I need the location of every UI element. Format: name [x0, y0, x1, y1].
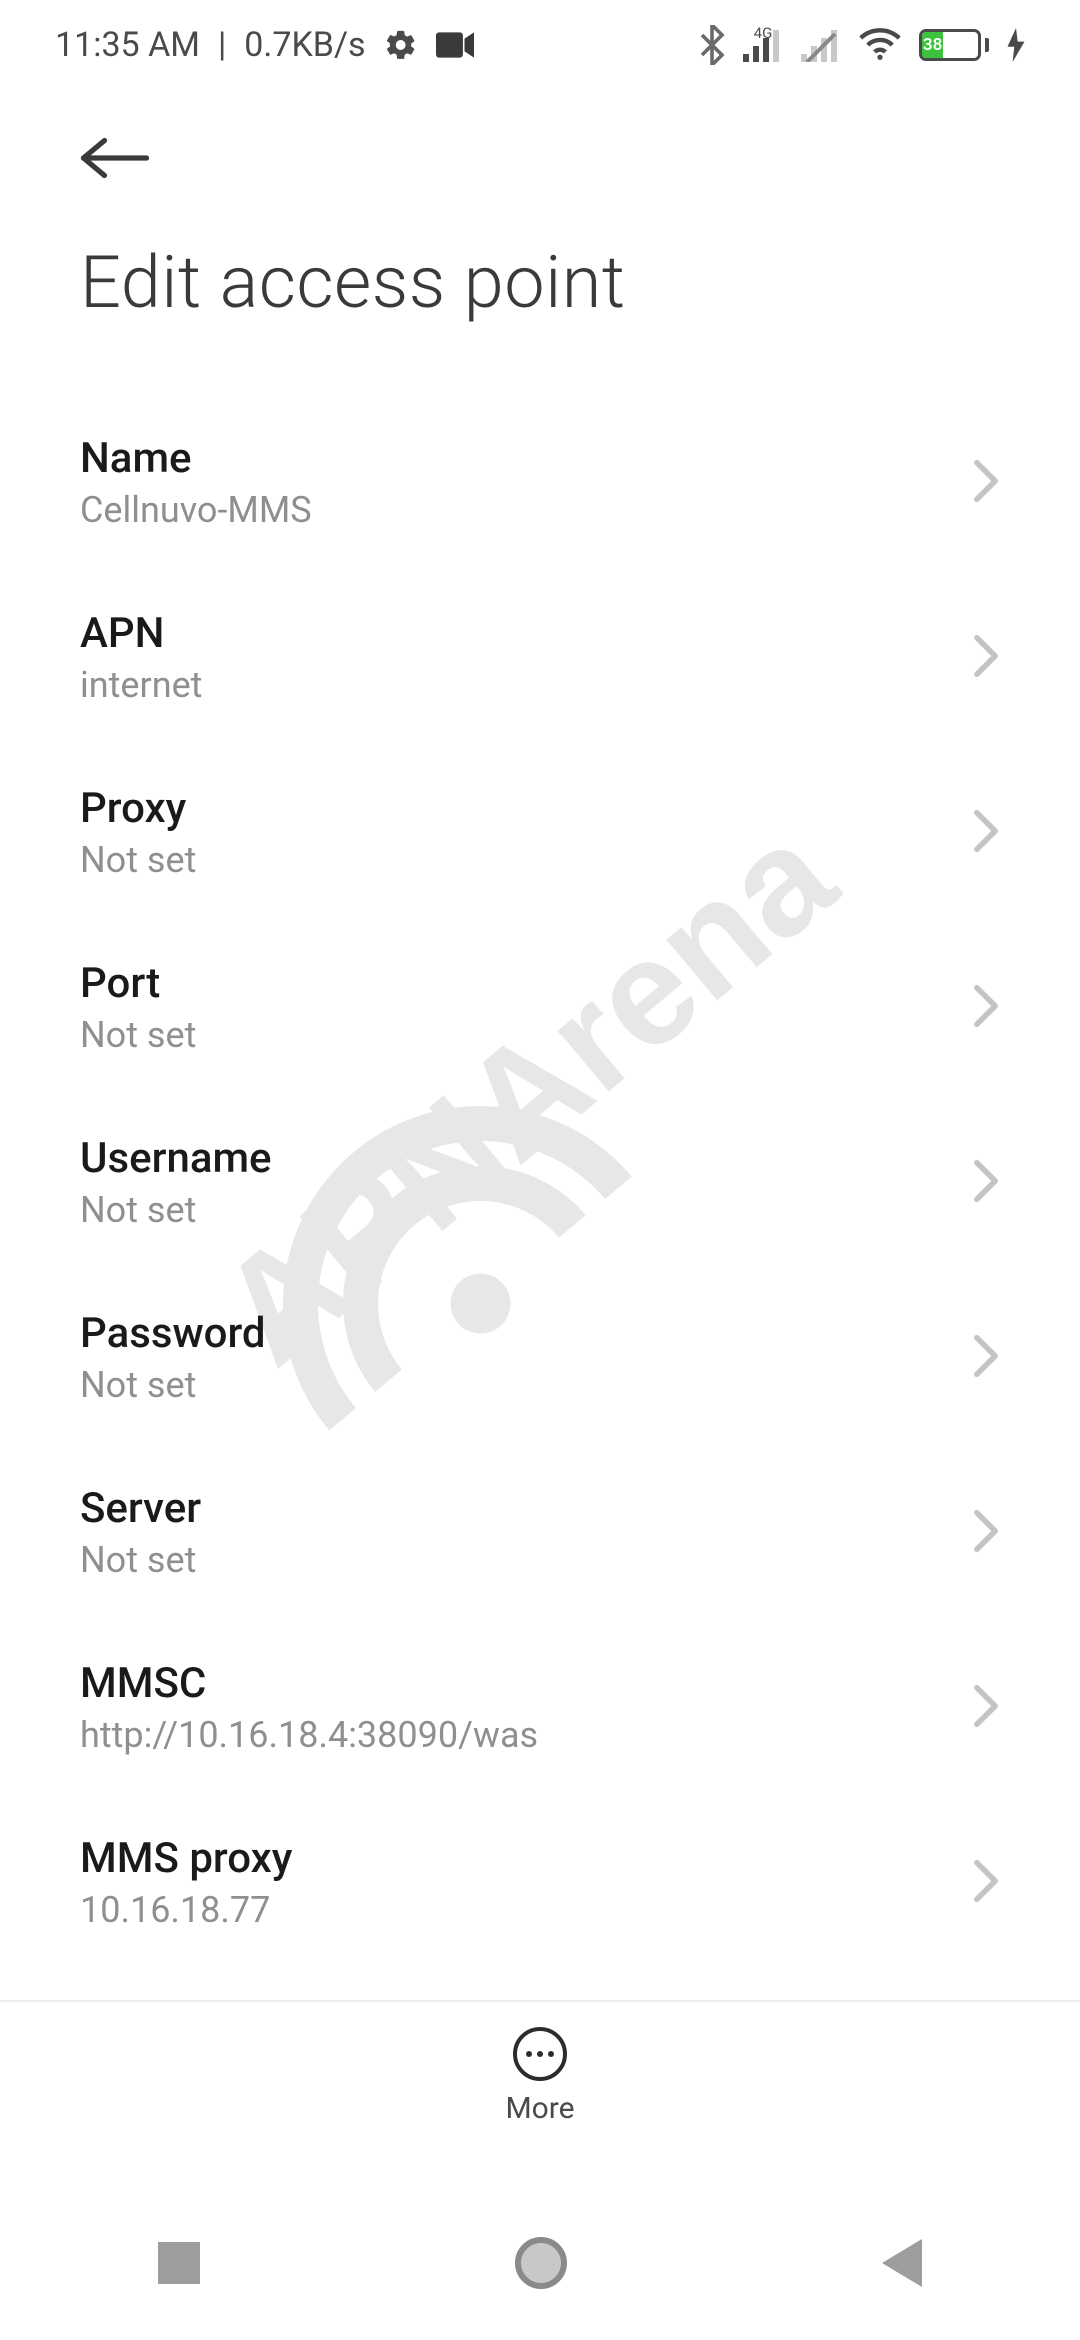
battery-pct: 38 [922, 32, 943, 58]
setting-text: Name Cellnuvo-MMS [80, 434, 312, 531]
setting-server[interactable]: Server Not set [80, 1445, 1000, 1620]
setting-text: Port Not set [80, 959, 196, 1056]
setting-label: MMSC [80, 1659, 538, 1708]
setting-password[interactable]: Password Not set [80, 1270, 1000, 1445]
setting-label: MMS proxy [80, 1834, 292, 1883]
more-icon [513, 2027, 567, 2081]
nav-home-button[interactable] [515, 2237, 567, 2289]
setting-label: Server [80, 1484, 201, 1533]
setting-value: Not set [80, 1189, 272, 1231]
more-button[interactable]: More [505, 2027, 574, 2126]
setting-username[interactable]: Username Not set [80, 1095, 1000, 1270]
status-time: 11:35 AM [55, 25, 200, 65]
page-title: Edit access point [80, 240, 1000, 325]
setting-value: http://10.16.18.4:38090/was [80, 1714, 538, 1756]
chevron-right-icon [972, 1859, 1000, 1907]
setting-text: MMSC http://10.16.18.4:38090/was [80, 1659, 538, 1756]
setting-label: Port [80, 959, 196, 1008]
wifi-icon [859, 28, 901, 62]
setting-text: Username Not set [80, 1134, 272, 1231]
chevron-right-icon [972, 459, 1000, 507]
setting-text: Password Not set [80, 1309, 266, 1406]
setting-value: Not set [80, 1364, 266, 1406]
status-speed: 0.7KB/s [244, 25, 365, 65]
setting-text: MMS proxy 10.16.18.77 [80, 1834, 292, 1931]
status-bar: 11:35 AM | 0.7KB/s 4G 38 [0, 0, 1080, 90]
status-left: 11:35 AM | 0.7KB/s [55, 25, 474, 65]
signal-sim1-icon: 4G [743, 28, 783, 62]
settings-list: NameCellnuvo-MMSAPNinternetProxyNot setP… [0, 395, 1080, 2000]
setting-mmsc[interactable]: MMSC http://10.16.18.4:38090/was [80, 1620, 1000, 1795]
chevron-right-icon [972, 809, 1000, 857]
setting-text: Proxy Not set [80, 784, 196, 881]
chevron-right-icon [972, 1159, 1000, 1207]
chevron-right-icon [972, 984, 1000, 1032]
setting-port[interactable]: Port Not set [80, 920, 1000, 1095]
setting-value: Not set [80, 1014, 196, 1056]
status-separator: | [218, 25, 226, 65]
setting-value: 10.16.18.77 [80, 1889, 292, 1931]
chevron-right-icon [972, 1509, 1000, 1557]
battery-icon: 38 [919, 29, 989, 61]
camera-icon [436, 31, 474, 59]
setting-value: Not set [80, 1539, 201, 1581]
chevron-right-icon [972, 1334, 1000, 1382]
nav-back-button[interactable] [882, 2239, 922, 2287]
chevron-right-icon [972, 634, 1000, 682]
setting-mms-proxy[interactable]: MMS proxy 10.16.18.77 [80, 1795, 1000, 1970]
more-label: More [505, 2091, 574, 2126]
page-title-row: Edit access point [0, 240, 1080, 325]
setting-proxy[interactable]: Proxy Not set [80, 745, 1000, 920]
setting-text: Server Not set [80, 1484, 201, 1581]
setting-name[interactable]: Name Cellnuvo-MMS [80, 395, 1000, 570]
setting-label: APN [80, 609, 202, 658]
setting-text: APN internet [80, 609, 202, 706]
charging-icon [1007, 28, 1025, 62]
header-bar [0, 115, 1080, 205]
setting-label: Proxy [80, 784, 196, 833]
setting-value: Not set [80, 839, 196, 881]
setting-value: Cellnuvo-MMS [80, 489, 312, 531]
setting-value: internet [80, 664, 202, 706]
status-right: 4G 38 [699, 25, 1025, 65]
back-button[interactable] [80, 133, 150, 187]
setting-apn[interactable]: APN internet [80, 570, 1000, 745]
bluetooth-icon [699, 25, 725, 65]
gear-icon [384, 28, 418, 62]
setting-label: Name [80, 434, 312, 483]
more-toolbar: More [0, 2000, 1080, 2150]
chevron-right-icon [972, 1684, 1000, 1732]
setting-label: Password [80, 1309, 266, 1358]
setting-label: Username [80, 1134, 272, 1183]
nav-recent-button[interactable] [158, 2242, 200, 2284]
signal-sim2-icon [801, 28, 841, 62]
android-nav-bar [0, 2185, 1080, 2340]
